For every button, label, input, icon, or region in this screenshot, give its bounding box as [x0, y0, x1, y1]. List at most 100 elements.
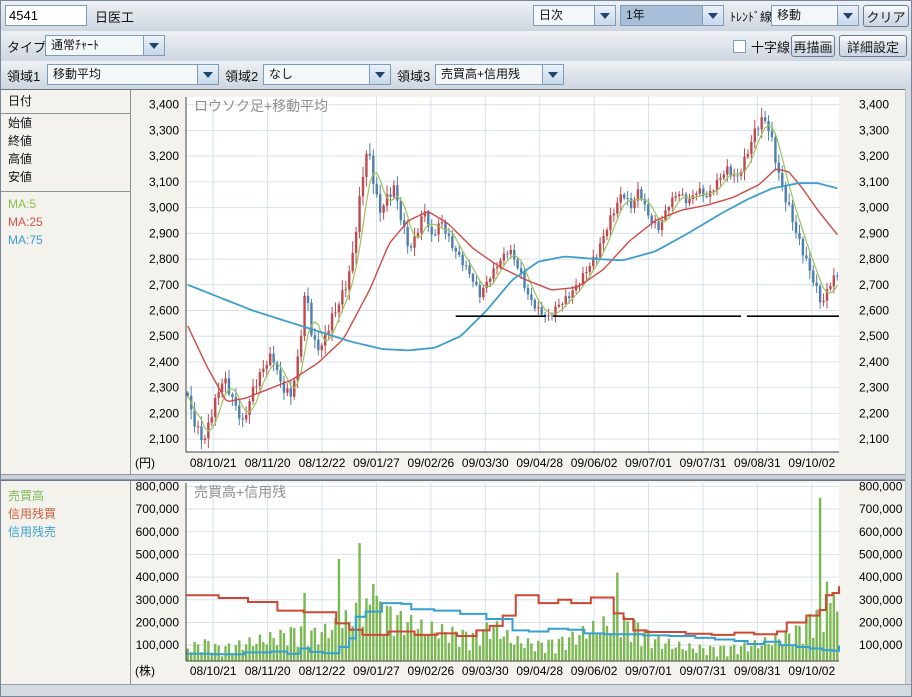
range-select-arrow[interactable] [702, 5, 724, 26]
svg-text:08/10/21: 08/10/21 [190, 456, 237, 470]
stock-code-input[interactable] [5, 5, 87, 26]
svg-text:09/02/26: 09/02/26 [408, 664, 455, 678]
svg-text:2,200: 2,200 [149, 406, 179, 420]
range-select[interactable]: 1年 [620, 5, 724, 26]
interval-select-value[interactable]: 日次 [533, 5, 594, 26]
svg-text:09/03/30: 09/03/30 [462, 456, 509, 470]
candlestick-chart[interactable]: 2,1002,1002,2002,2002,3002,3002,4002,400… [131, 90, 912, 475]
type-select[interactable]: 通常ﾁｬｰﾄ [45, 35, 165, 56]
redraw-button[interactable]: 再描画 [791, 35, 835, 57]
svg-text:100,000: 100,000 [136, 638, 180, 652]
sidebar-high-label: 高値 [1, 150, 130, 168]
svg-text:09/04/28: 09/04/28 [516, 664, 563, 678]
svg-text:08/11/20: 08/11/20 [245, 456, 291, 470]
svg-text:09/06/02: 09/06/02 [571, 664, 618, 678]
volume-chart-sidebar: 売買高 信用残買 信用残売 [1, 481, 131, 684]
range-select-value[interactable]: 1年 [620, 5, 702, 26]
svg-text:2,800: 2,800 [149, 252, 179, 266]
svg-text:2,500: 2,500 [859, 329, 889, 343]
chart-title: 売買高+信用残 [194, 484, 286, 500]
sidebar-ma25-label: MA:25 [1, 213, 130, 231]
svg-text:2,300: 2,300 [859, 381, 889, 395]
area2-select[interactable]: なし [263, 64, 391, 85]
svg-text:300,000: 300,000 [136, 593, 180, 607]
interval-select[interactable]: 日次 [533, 5, 616, 26]
volume-chart-section: 売買高 信用残買 信用残売 100,000100,000200,000200,0… [1, 480, 911, 684]
sidebar-low-label: 安値 [1, 168, 130, 186]
svg-text:09/07/31: 09/07/31 [680, 456, 727, 470]
svg-text:400,000: 400,000 [859, 570, 903, 584]
trendline-select-arrow[interactable] [837, 5, 859, 26]
legend-volume-label: 売買高 [1, 487, 130, 505]
svg-text:2,300: 2,300 [149, 381, 179, 395]
right-edge-strip [905, 89, 911, 684]
svg-text:3,000: 3,000 [859, 201, 889, 215]
chart-app-window: 日医工 日次 1年 ﾄﾚﾝﾄﾞ線 移動 クリア タイプ 通常ﾁｬｰﾄ 十字線 再… [0, 0, 912, 697]
type-select-value[interactable]: 通常ﾁｬｰﾄ [45, 35, 143, 56]
svg-text:3,200: 3,200 [149, 149, 179, 163]
chevron-down-icon [600, 13, 610, 19]
chart-title: ロウソク足+移動平均 [194, 98, 328, 114]
svg-text:3,100: 3,100 [149, 175, 179, 189]
svg-text:08/11/20: 08/11/20 [245, 664, 291, 678]
chevron-down-icon [203, 72, 213, 78]
svg-text:3,000: 3,000 [149, 201, 179, 215]
area2-label: 領域2 [225, 61, 258, 89]
svg-text:08/12/22: 08/12/22 [299, 456, 346, 470]
svg-text:200,000: 200,000 [136, 615, 180, 629]
legend-margin-sell-label: 信用残売 [1, 523, 130, 541]
svg-text:09/07/01: 09/07/01 [625, 456, 672, 470]
svg-text:800,000: 800,000 [136, 481, 180, 493]
svg-text:2,100: 2,100 [859, 432, 889, 446]
crosshair-label: 十字線 [751, 31, 790, 61]
svg-text:100,000: 100,000 [859, 638, 903, 652]
area1-select[interactable]: 移動平均 [47, 64, 219, 85]
chevron-down-icon [843, 13, 853, 19]
svg-text:500,000: 500,000 [136, 547, 180, 561]
area1-select-value[interactable]: 移動平均 [47, 64, 197, 85]
unit-label: (株) [135, 663, 155, 678]
trendline-select[interactable]: 移動 [771, 5, 859, 26]
clear-button[interactable]: クリア [863, 5, 909, 27]
status-bar [1, 684, 911, 696]
chevron-down-icon [708, 13, 718, 19]
type-select-arrow[interactable] [143, 35, 165, 56]
trendline-select-value[interactable]: 移動 [771, 5, 837, 26]
svg-text:3,400: 3,400 [859, 98, 889, 112]
toolbar-row-2: タイプ 通常ﾁｬｰﾄ 十字線 再描画 詳細設定 [1, 31, 911, 62]
svg-text:800,000: 800,000 [859, 481, 903, 493]
sidebar-ma5-label: MA:5 [1, 195, 130, 213]
area1-select-arrow[interactable] [197, 64, 219, 85]
svg-text:09/10/02: 09/10/02 [788, 664, 835, 678]
area3-select[interactable]: 売買高+信用残 [435, 64, 564, 85]
settings-button[interactable]: 詳細設定 [839, 35, 907, 57]
area2-select-arrow[interactable] [369, 64, 391, 85]
svg-text:3,200: 3,200 [859, 149, 889, 163]
crosshair-checkbox[interactable] [733, 40, 746, 53]
area3-select-value[interactable]: 売買高+信用残 [435, 64, 542, 85]
svg-text:09/04/28: 09/04/28 [516, 456, 563, 470]
svg-text:2,900: 2,900 [149, 226, 179, 240]
sidebar-ma75-label: MA:75 [1, 231, 130, 249]
svg-text:09/08/31: 09/08/31 [734, 664, 781, 678]
chevron-down-icon [375, 72, 385, 78]
svg-text:3,100: 3,100 [859, 175, 889, 189]
svg-text:2,400: 2,400 [149, 355, 179, 369]
svg-text:09/03/30: 09/03/30 [462, 664, 509, 678]
sidebar-date-label: 日付 [1, 90, 130, 114]
trendline-label: ﾄﾚﾝﾄﾞ線 [730, 1, 772, 31]
interval-select-arrow[interactable] [594, 5, 616, 26]
svg-text:500,000: 500,000 [859, 547, 903, 561]
volume-chart[interactable]: 100,000100,000200,000200,000300,000300,0… [131, 481, 912, 685]
area1-label: 領域1 [7, 61, 40, 89]
svg-text:09/01/27: 09/01/27 [353, 664, 400, 678]
svg-text:300,000: 300,000 [859, 593, 903, 607]
area2-select-value[interactable]: なし [263, 64, 369, 85]
type-label: タイプ [7, 31, 46, 61]
svg-text:3,400: 3,400 [149, 98, 179, 112]
area3-select-arrow[interactable] [542, 64, 564, 85]
svg-text:400,000: 400,000 [136, 570, 180, 584]
svg-text:2,100: 2,100 [149, 432, 179, 446]
svg-text:09/08/31: 09/08/31 [734, 456, 781, 470]
sidebar-open-label: 始値 [1, 114, 130, 132]
